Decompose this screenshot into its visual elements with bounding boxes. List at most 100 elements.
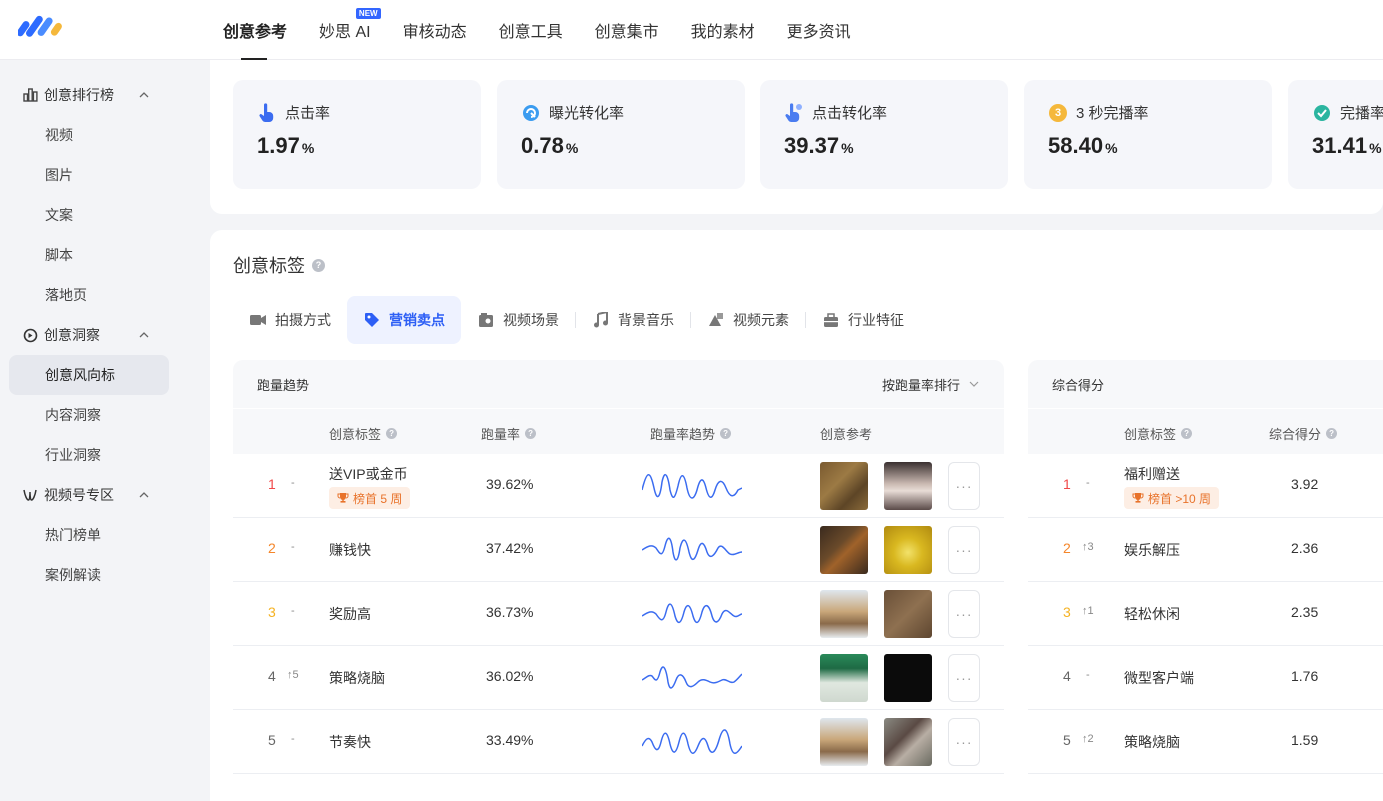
table-row[interactable]: 5 ↑2 策略烧脑 1.59 — [1028, 710, 1383, 774]
tag-name[interactable]: 福利赠送 — [1124, 464, 1180, 484]
metric-unit: % — [1105, 140, 1118, 156]
sidebar-item-content-insight[interactable]: 内容洞察 — [9, 395, 169, 435]
sidebar-item-video[interactable]: 视频 — [9, 115, 169, 155]
nav-creative-tools[interactable]: 创意工具 — [499, 18, 563, 42]
metric-label: 完播率 — [1340, 105, 1383, 122]
thumbnail-1[interactable] — [820, 654, 868, 702]
sidebar-item-image[interactable]: 图片 — [9, 155, 169, 195]
table-row[interactable]: 4 ↑5 策略烧脑 36.02% ··· — [233, 646, 1004, 710]
sort-dropdown[interactable]: 按跑量率排行 — [882, 375, 980, 394]
nav-more-news[interactable]: 更多资讯 — [787, 18, 851, 42]
more-button[interactable]: ··· — [948, 526, 980, 574]
nav-creative-market[interactable]: 创意集市 — [595, 18, 659, 42]
more-button[interactable]: ··· — [948, 462, 980, 510]
thumbnail-2[interactable] — [884, 526, 932, 574]
tab-industry-features[interactable]: 行业特征 — [806, 296, 920, 344]
help-icon[interactable]: ? — [720, 428, 732, 439]
sidebar-item-industry-insight[interactable]: 行业洞察 — [9, 435, 169, 475]
table-row[interactable]: 3 ↑1 轻松休闲 2.35 — [1028, 582, 1383, 646]
camera-icon — [249, 311, 267, 329]
help-icon[interactable]: ? — [386, 428, 398, 439]
sidebar-item-hot-list[interactable]: 热门榜单 — [9, 515, 169, 555]
run-rate: 33.49% — [486, 732, 534, 748]
brand-logo[interactable] — [18, 12, 64, 38]
sidebar-item-landing-page[interactable]: 落地页 — [9, 275, 169, 315]
help-icon[interactable]: ? — [1326, 428, 1338, 439]
composite-score: 1.59 — [1291, 732, 1319, 748]
tag-name[interactable]: 送VIP或金币 — [329, 464, 408, 484]
table-row[interactable]: 4 - 微型客户端 1.76 — [1028, 646, 1383, 710]
creative-tags-card: 创意标签 ? 拍摄方式 营销卖点 视频场景 背景音乐 视频元素 行业特征 跑量趋… — [210, 230, 1383, 801]
tag-name[interactable]: 节奏快 — [329, 732, 371, 752]
composite-score: 2.35 — [1291, 604, 1319, 620]
table-row[interactable]: 3 - 奖励高 36.73% ··· — [233, 582, 1004, 646]
tab-shooting-style[interactable]: 拍摄方式 — [233, 296, 347, 344]
help-icon[interactable]: ? — [525, 428, 537, 439]
table-row[interactable]: 1 - 送VIP或金币 榜首 5 周 39.62% ··· — [233, 454, 1004, 518]
table-row[interactable]: 2 - 赚钱快 37.42% ··· — [233, 518, 1004, 582]
sidebar-item-creative-trends[interactable]: 创意风向标 — [9, 355, 169, 395]
sidebar-group-insight[interactable]: 创意洞察 — [0, 315, 209, 355]
top-badge: 榜首 5 周 — [329, 487, 411, 509]
metric-unit: % — [565, 140, 579, 156]
tab-background-music[interactable]: 背景音乐 — [576, 296, 690, 344]
nav-miaosi-ai[interactable]: 妙思 AI NEW — [319, 8, 381, 42]
thumbnail-1[interactable] — [820, 718, 868, 766]
tag-name[interactable]: 策略烧脑 — [329, 668, 385, 688]
tag-name[interactable]: 赚钱快 — [329, 540, 371, 560]
sidebar-item-case-study[interactable]: 案例解读 — [9, 555, 169, 595]
metric-value: 31.41 — [1312, 133, 1368, 158]
help-icon[interactable]: ? — [312, 258, 325, 272]
thumbnail-2[interactable] — [884, 654, 932, 702]
run-rate: 39.62% — [486, 476, 534, 492]
more-button[interactable]: ··· — [948, 654, 980, 702]
sidebar-group-label: 视频号专区 — [44, 487, 114, 503]
thumbnail-2[interactable] — [884, 718, 932, 766]
metric-label: 点击转化率 — [812, 105, 888, 122]
more-button[interactable]: ··· — [948, 718, 980, 766]
rank-change: - — [1086, 477, 1090, 489]
nav-my-assets[interactable]: 我的素材 — [691, 18, 755, 42]
column-header-score: 综合得分? — [1269, 424, 1338, 443]
panel-header: 综合得分 — [1028, 360, 1383, 408]
chevron-up-icon — [139, 492, 149, 498]
thumbnail-2[interactable] — [884, 590, 932, 638]
tag-name[interactable]: 微型客户端 — [1124, 668, 1194, 688]
column-header-label: 创意标签 — [329, 427, 382, 442]
tag-tabs: 拍摄方式 营销卖点 视频场景 背景音乐 视频元素 行业特征 — [233, 296, 920, 344]
more-button[interactable]: ··· — [948, 590, 980, 638]
music-note-icon — [592, 311, 610, 329]
sidebar-group-channels[interactable]: 视频号专区 — [0, 475, 209, 515]
metric-label: 曝光转化率 — [549, 105, 625, 122]
click-convert-icon — [784, 102, 804, 123]
run-rate: 36.02% — [486, 668, 534, 684]
rank-change: - — [291, 541, 295, 553]
tab-video-elements[interactable]: 视频元素 — [691, 296, 805, 344]
column-header-tag: 创意标签? — [1124, 424, 1193, 443]
thumbnail-1[interactable] — [820, 590, 868, 638]
sidebar-item-copy[interactable]: 文案 — [9, 195, 169, 235]
metric-completion: 完播率 31.41% — [1288, 80, 1383, 189]
tab-marketing-points[interactable]: 营销卖点 — [347, 296, 461, 344]
nav-creative-reference[interactable]: 创意参考 — [223, 18, 287, 60]
score-panel: 综合得分 创意标签? 综合得分? 1 - 福利赠送 榜首 >10 周 3.92 … — [1028, 360, 1383, 780]
column-header-label: 跑量率趋势 — [650, 427, 716, 442]
scene-icon — [477, 311, 495, 329]
tag-name[interactable]: 娱乐解压 — [1124, 540, 1180, 560]
tag-name[interactable]: 轻松休闲 — [1124, 604, 1180, 624]
nav-review-updates[interactable]: 审核动态 — [403, 18, 467, 42]
sidebar-group-ranking[interactable]: 创意排行榜 — [0, 75, 209, 115]
tag-name[interactable]: 奖励高 — [329, 604, 371, 624]
help-icon[interactable]: ? — [1181, 428, 1193, 439]
table-row[interactable]: 1 - 福利赠送 榜首 >10 周 3.92 — [1028, 454, 1383, 518]
thumbnail-1[interactable] — [820, 526, 868, 574]
table-row[interactable]: 2 ↑3 娱乐解压 2.36 — [1028, 518, 1383, 582]
three-seconds-icon: 3 — [1048, 103, 1068, 123]
metric-unit: % — [301, 140, 315, 156]
table-row[interactable]: 5 - 节奏快 33.49% ··· — [233, 710, 1004, 774]
sidebar-item-script[interactable]: 脚本 — [9, 235, 169, 275]
tab-video-scene[interactable]: 视频场景 — [461, 296, 575, 344]
thumbnail-2[interactable] — [884, 462, 932, 510]
tag-name[interactable]: 策略烧脑 — [1124, 732, 1180, 752]
thumbnail-1[interactable] — [820, 462, 868, 510]
